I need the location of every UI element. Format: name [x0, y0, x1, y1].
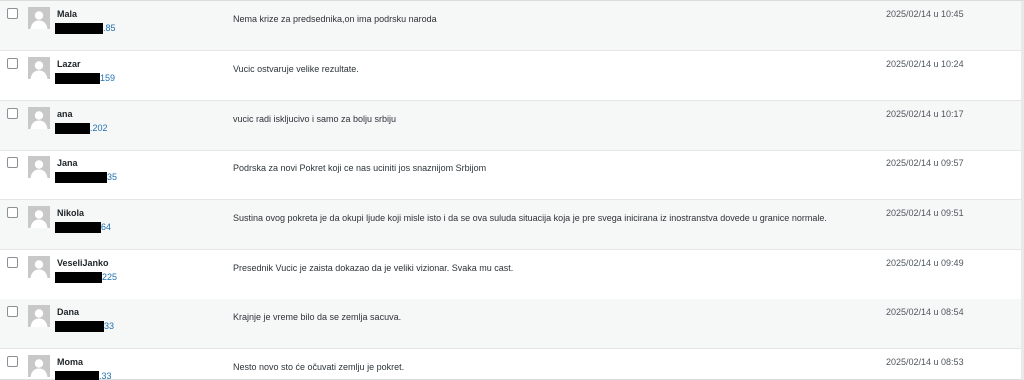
row-checkbox[interactable] — [7, 207, 18, 218]
author-ip: .202 — [55, 122, 108, 134]
row-checkbox[interactable] — [7, 306, 18, 317]
avatar-icon — [28, 107, 50, 129]
comment-row[interactable]: VeseliJanko 225 Presednik Vucic je zaista … — [0, 250, 1021, 300]
comment-author[interactable]: Mala — [57, 9, 77, 20]
ip-link[interactable]: 64 — [101, 222, 111, 232]
comment-text: vucic radi iskljucivo i samo za bolju sr… — [233, 114, 397, 124]
ip-redaction — [55, 123, 90, 134]
avatar-icon — [28, 57, 50, 79]
row-checkbox[interactable] — [7, 108, 18, 119]
ip-link[interactable]: 159 — [100, 73, 115, 83]
author-ip: 33 — [55, 320, 114, 332]
ip-redaction — [55, 172, 107, 183]
comment-date[interactable]: 2025/02/14 u 09:49 — [886, 258, 964, 269]
ip-redaction — [55, 321, 104, 332]
avatar-icon — [28, 156, 50, 178]
row-checkbox[interactable] — [7, 8, 18, 19]
ip-redaction — [55, 272, 102, 283]
comment-text: Nesto novo sto će očuvati zemlju je pokr… — [233, 362, 405, 372]
comment-text: Presednik Vucic je zaista dokazao da je … — [233, 263, 514, 273]
comment-author[interactable]: Moma — [57, 357, 83, 368]
comment-row[interactable]: Moma .33 Nesto novo sto će očuvati zemlju … — [0, 349, 1021, 380]
comment-author[interactable]: Nikola — [57, 208, 84, 219]
row-checkbox[interactable] — [7, 157, 18, 168]
comment-row[interactable]: Dana 33 Krajnje je vreme bilo da se zemlja… — [0, 299, 1021, 349]
row-checkbox[interactable] — [7, 58, 18, 69]
comment-text: Sustina ovog pokreta je da okupi ljude k… — [233, 213, 827, 223]
ip-link[interactable]: 35 — [107, 172, 117, 182]
row-checkbox[interactable] — [7, 356, 18, 367]
comment-date[interactable]: 2025/02/14 u 09:51 — [886, 208, 964, 219]
author-ip: 159 — [55, 72, 115, 84]
author-ip: 225 — [55, 271, 117, 283]
ip-redaction — [55, 23, 103, 34]
author-ip: 64 — [55, 221, 111, 233]
avatar-icon — [28, 305, 50, 327]
avatar-icon — [28, 355, 50, 377]
row-checkbox[interactable] — [7, 257, 18, 268]
ip-redaction — [55, 222, 101, 233]
comment-author[interactable]: VeseliJanko — [57, 258, 109, 269]
comment-date[interactable]: 2025/02/14 u 10:45 — [886, 9, 964, 20]
avatar-icon — [28, 206, 50, 228]
comment-text: Krajnje je vreme bilo da se zemlja sacuv… — [233, 312, 402, 322]
comment-date[interactable]: 2025/02/14 u 09:57 — [886, 158, 964, 169]
ip-link[interactable]: 225 — [102, 272, 117, 282]
comment-text: Podrska za novi Pokret koji ce nas ucini… — [233, 163, 487, 173]
comments-table: Mala .85 Nema krize za predsednika,on ima … — [0, 0, 1024, 380]
comment-date[interactable]: 2025/02/14 u 08:54 — [886, 307, 964, 318]
comment-row[interactable]: Mala .85 Nema krize za predsednika,on ima … — [0, 1, 1021, 51]
comment-author[interactable]: Lazar — [57, 59, 81, 70]
avatar-icon — [28, 7, 50, 29]
comment-row[interactable]: ana .202 vucic radi iskljucivo i samo za b… — [0, 101, 1021, 151]
ip-link[interactable]: .85 — [103, 23, 116, 33]
author-ip: .33 — [55, 370, 112, 380]
comment-text: Nema krize za predsednika,on ima podrsku… — [233, 14, 437, 24]
ip-link[interactable]: .33 — [99, 371, 112, 380]
comment-author[interactable]: Dana — [57, 307, 79, 318]
comment-author[interactable]: ana — [57, 109, 73, 120]
avatar-icon — [28, 256, 50, 278]
comment-date[interactable]: 2025/02/14 u 08:53 — [886, 357, 964, 368]
author-ip: .85 — [55, 22, 116, 34]
comment-row[interactable]: Lazar 159 Vucic ostvaruje velike rezultate… — [0, 51, 1021, 101]
comment-row[interactable]: Nikola 64 Sustina ovog pokreta je da okupi… — [0, 200, 1021, 250]
ip-link[interactable]: .202 — [90, 123, 108, 133]
comment-row[interactable]: Jana 35 Podrska za novi Pokret koji ce nas… — [0, 150, 1021, 200]
ip-redaction — [55, 371, 99, 380]
ip-link[interactable]: 33 — [104, 321, 114, 331]
ip-redaction — [55, 73, 100, 84]
author-ip: 35 — [55, 171, 117, 183]
comment-date[interactable]: 2025/02/14 u 10:17 — [886, 109, 964, 120]
comment-author[interactable]: Jana — [57, 158, 78, 169]
comment-text: Vucic ostvaruje velike rezultate. — [233, 64, 359, 74]
comment-date[interactable]: 2025/02/14 u 10:24 — [886, 59, 964, 70]
